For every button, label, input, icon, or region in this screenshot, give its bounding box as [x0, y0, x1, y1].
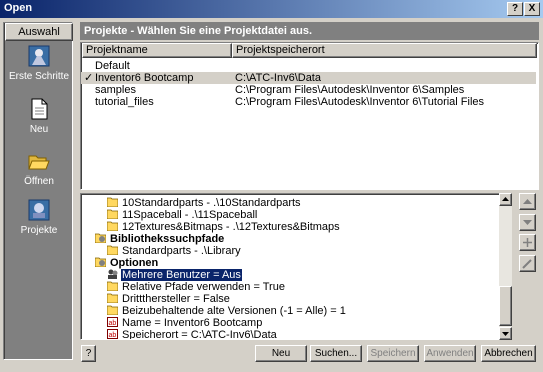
close-button[interactable]: X	[524, 2, 540, 16]
project-row-active[interactable]: ✓ Inventor6 Bootcamp C:\ATC-Inv6\Data	[81, 72, 536, 84]
project-row[interactable]: samples C:\Program Files\Autodesk\Invent…	[81, 84, 536, 96]
active-check-icon: ✓	[84, 72, 94, 84]
arrow-up-icon	[523, 199, 532, 204]
projects-header: Projekte - Wählen Sie eine Projektdatei …	[80, 22, 539, 40]
project-name: Default	[95, 60, 130, 72]
first-steps-icon	[28, 45, 50, 67]
folder-icon	[107, 305, 118, 315]
move-down-button[interactable]	[519, 214, 536, 231]
sidebar: Auswahl Erste Schritte Neu Öffnen Projek…	[3, 22, 73, 360]
help-button[interactable]: ?	[81, 345, 96, 362]
tree-item-label: Name = Inventor6 Bootcamp	[122, 317, 263, 329]
folder-icon	[107, 245, 118, 255]
arrow-down-icon	[502, 332, 509, 336]
text-field-icon: ab	[107, 317, 118, 327]
tree-item-label: Mehrere Benutzer = Aus	[121, 269, 242, 281]
new-project-button[interactable]: Neu	[255, 345, 307, 362]
save-button[interactable]: Speichern	[367, 345, 419, 362]
plus-icon	[523, 238, 532, 247]
folder-icon	[107, 209, 118, 219]
new-document-icon	[31, 98, 48, 120]
tree-item-label: Speicherort = C:\ATC-Inv6\Data	[122, 329, 277, 340]
folder-icon	[107, 281, 118, 291]
tree-group-label: Optionen	[110, 257, 159, 269]
project-name: samples	[95, 84, 136, 96]
tree-scrollbar[interactable]	[499, 193, 512, 340]
scroll-thumb[interactable]	[499, 286, 512, 326]
tree-item-label: Standardparts - .\Library	[122, 245, 241, 257]
add-button[interactable]	[519, 234, 536, 251]
open-folder-icon	[28, 155, 50, 170]
tree-item-label: 10Standardparts - .\10Standardparts	[122, 197, 301, 209]
project-name: Inventor6 Bootcamp	[95, 72, 194, 84]
arrow-up-icon	[502, 197, 509, 201]
projects-icon	[28, 199, 50, 221]
tree-item-label: Relative Pfade verwenden = True	[122, 281, 285, 293]
folder-icon	[107, 197, 118, 207]
search-button[interactable]: Suchen...	[310, 345, 362, 362]
project-location: C:\Program Files\Autodesk\Inventor 6\Tut…	[235, 96, 485, 108]
window-title: Open	[4, 2, 33, 14]
pencil-icon	[522, 259, 532, 269]
sidebar-item-label: Erste Schritte	[8, 71, 70, 82]
project-list: Projektname Projektspeicherort Default ✓…	[80, 42, 539, 190]
folder-group-icon	[95, 233, 106, 243]
tree-item-label: 11Spaceball - .\11Spaceball	[122, 209, 258, 221]
sidebar-item-label: Projekte	[20, 225, 58, 236]
sidebar-item-label: Neu	[29, 124, 49, 135]
project-row[interactable]: tutorial_files C:\Program Files\Autodesk…	[81, 96, 536, 108]
project-location: C:\ATC-Inv6\Data	[235, 72, 321, 84]
text-field-icon: ab	[107, 329, 118, 339]
title-bar: Open ? X	[0, 0, 543, 18]
svg-text:ab: ab	[109, 320, 117, 327]
users-icon	[108, 269, 118, 279]
tree-item-label: 12Textures&Bitmaps - .\12Textures&Bitmap…	[122, 221, 340, 233]
scroll-up-button[interactable]	[499, 193, 512, 206]
folder-icon	[107, 293, 118, 303]
sidebar-item-new[interactable]: Neu	[4, 98, 74, 135]
project-row[interactable]: Default	[81, 60, 536, 72]
sidebar-item-open[interactable]: Öffnen	[4, 150, 74, 187]
tree-group-label: Bibliothekssuchpfade	[110, 233, 225, 245]
tree-item-label: Beizubehaltende alte Versionen (-1 = All…	[122, 305, 346, 317]
sidebar-item-label: Öffnen	[24, 176, 54, 187]
folder-group-icon	[95, 257, 106, 267]
project-location: C:\Program Files\Autodesk\Inventor 6\Sam…	[235, 84, 465, 96]
sidebar-item-projects[interactable]: Projekte	[4, 199, 74, 236]
sidebar-header: Auswahl	[5, 23, 73, 41]
arrow-down-icon	[523, 220, 532, 225]
move-up-button[interactable]	[519, 193, 536, 210]
column-header-name[interactable]: Projektname	[82, 43, 232, 58]
project-name: tutorial_files	[95, 96, 154, 108]
cancel-button[interactable]: Abbrechen	[481, 345, 536, 362]
folder-icon	[107, 221, 118, 231]
sidebar-item-first-steps[interactable]: Erste Schritte	[4, 45, 74, 82]
help-title-button[interactable]: ?	[507, 2, 523, 16]
project-settings-tree: 10Standardparts - .\10Standardparts 11Sp…	[80, 193, 512, 340]
apply-button[interactable]: Anwenden	[424, 345, 476, 362]
edit-button[interactable]	[519, 255, 536, 272]
scroll-down-button[interactable]	[499, 327, 512, 340]
tree-item-label: Drittthersteller = False	[122, 293, 230, 305]
column-header-location[interactable]: Projektspeicherort	[232, 43, 537, 58]
svg-text:ab: ab	[109, 332, 117, 339]
